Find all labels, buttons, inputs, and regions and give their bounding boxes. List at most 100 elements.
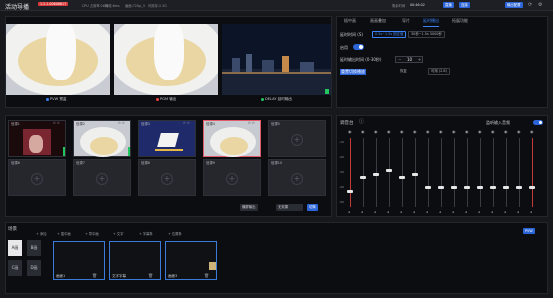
tab-extend[interactable]: 拓展功能 — [452, 18, 468, 24]
expand-icon[interactable] — [325, 89, 329, 94]
speaker-icon[interactable]: ◂ — [439, 209, 441, 215]
source-tile-10[interactable]: 信源10 + — [268, 159, 326, 196]
speaker-icon[interactable]: ◂ — [491, 209, 493, 215]
speaker-icon[interactable]: ◂ — [478, 209, 480, 215]
fader-knob[interactable] — [438, 186, 444, 190]
source-icons[interactable]: ⊙ ⊙ — [183, 121, 190, 125]
headphone-icon[interactable]: ◉ — [491, 129, 495, 135]
speaker-icon[interactable]: ◂ — [426, 209, 428, 215]
speaker-icon[interactable]: ◂ — [361, 209, 363, 215]
delete-icon[interactable]: 🗑 — [148, 273, 153, 279]
layout-a[interactable]: A画 — [8, 240, 22, 256]
fader-knob[interactable] — [386, 169, 392, 173]
speaker-icon[interactable]: ◂ — [465, 209, 467, 215]
fader-knob[interactable] — [360, 175, 366, 179]
source-tile-7[interactable]: 信源7 + — [73, 159, 131, 196]
speaker-icon[interactable]: ◂ — [530, 209, 532, 215]
speaker-icon[interactable]: ◂ — [413, 209, 415, 215]
source-icons[interactable]: ⊙ ⊙ — [118, 121, 125, 125]
source-tile-8[interactable]: 信源8 + — [138, 159, 196, 196]
headphone-icon[interactable]: ◉ — [348, 129, 352, 135]
headphone-icon[interactable]: ◉ — [530, 129, 534, 135]
headphone-icon[interactable]: ◉ — [387, 129, 391, 135]
delay-option-range[interactable]: 30秒~1.5s 3000秒 — [408, 31, 445, 38]
speaker-icon[interactable]: ◂ — [504, 209, 506, 215]
reset-switch-label[interactable]: 重置切换播放 — [340, 69, 366, 75]
scene-card-2[interactable]: 文字字幕 🗑 — [109, 241, 161, 280]
speaker-icon[interactable]: ◂ — [374, 209, 376, 215]
connect-button[interactable]: 连接 — [459, 2, 470, 8]
tab-delay[interactable]: 延时播出 — [423, 18, 439, 24]
source-icons[interactable]: ⊙ ⊙ — [53, 121, 60, 125]
landscape-output-button[interactable]: 横屏输出 — [240, 204, 258, 211]
source-tile-5[interactable]: 信源5 + — [268, 120, 326, 157]
headphone-icon[interactable]: ◉ — [374, 129, 378, 135]
source-tile-4[interactable]: 信源4 ⊙ ⊙ — [203, 120, 261, 157]
fader-knob[interactable] — [347, 189, 353, 193]
add-source-icon[interactable]: + — [96, 172, 108, 185]
monitor-audio-toggle[interactable] — [533, 120, 543, 125]
scene-card-1[interactable]: 画面1 🗑 — [53, 241, 105, 280]
headphone-icon[interactable]: ◉ — [361, 129, 365, 135]
pvw-button[interactable]: PVW — [523, 228, 535, 234]
add-source-icon[interactable]: + — [226, 172, 238, 185]
text-button[interactable]: + 文字 — [113, 231, 123, 237]
add-source-icon[interactable]: + — [161, 172, 173, 185]
speaker-icon[interactable]: ◂ — [452, 209, 454, 215]
add-source-icon[interactable]: + — [291, 172, 303, 185]
fader-knob[interactable] — [412, 172, 418, 176]
headphone-icon[interactable]: ◉ — [439, 129, 443, 135]
fader-knob[interactable] — [503, 186, 509, 190]
pgm-video[interactable] — [114, 24, 218, 95]
decrement-button[interactable]: − — [398, 57, 401, 62]
layout-c[interactable]: C画 — [8, 260, 22, 276]
layout-b[interactable]: B画 — [27, 240, 41, 256]
scene-card-3[interactable]: 画面3 🗑 — [165, 241, 217, 280]
delay-stepper[interactable]: − 10 + — [395, 56, 423, 63]
delay-video[interactable] — [222, 24, 331, 95]
fader-knob[interactable] — [373, 172, 379, 176]
settings-icon[interactable]: ⚙ — [538, 2, 542, 8]
speaker-icon[interactable]: ◂ — [348, 209, 350, 215]
output-config-button[interactable]: 输出配置 — [505, 2, 523, 8]
headphone-icon[interactable]: ◉ — [413, 129, 417, 135]
transition-select[interactable]: 无效果 — [276, 204, 303, 211]
fader-knob[interactable] — [451, 186, 457, 190]
fader-knob[interactable] — [490, 186, 496, 190]
fader-knob[interactable] — [477, 186, 483, 190]
headphone-icon[interactable]: ◉ — [400, 129, 404, 135]
delete-icon[interactable]: 🗑 — [204, 273, 209, 279]
source-tile-2[interactable]: 信源2 ⊙ ⊙ — [73, 120, 131, 157]
speaker-icon[interactable]: ◂ — [387, 209, 389, 215]
speaker-icon[interactable]: ◂ — [517, 209, 519, 215]
live-button[interactable]: 直播 — [443, 2, 454, 8]
headphone-icon[interactable]: ◉ — [504, 129, 508, 135]
headphone-icon[interactable]: ◉ — [465, 129, 469, 135]
speaker-icon[interactable]: ◂ — [400, 209, 402, 215]
fader-knob[interactable] — [516, 186, 522, 190]
pvw-video[interactable] — [6, 24, 110, 95]
add-source-icon[interactable]: + — [291, 133, 303, 146]
fader-knob[interactable] — [399, 175, 405, 179]
headphone-icon[interactable]: ◉ — [478, 129, 482, 135]
delay-option-fixed[interactable]: 0.5s~1.5s 固定值 — [372, 31, 407, 38]
insert-button[interactable]: + 插中画 — [57, 231, 71, 237]
layout-d[interactable]: D画 — [27, 260, 41, 276]
source-icons[interactable]: ⊙ ⊙ — [248, 121, 255, 125]
delay-value[interactable]: 10 — [407, 57, 412, 62]
tab-insert[interactable]: 插中画 — [344, 18, 356, 24]
restore-button[interactable]: 恢复 — [398, 68, 409, 74]
add-source-icon[interactable]: + — [31, 172, 43, 185]
fader-knob[interactable] — [425, 186, 431, 190]
source-tile-9[interactable]: 信源9 + — [203, 159, 261, 196]
guide-button[interactable]: + 导中画 — [85, 231, 99, 237]
source-tile-3[interactable]: 信源3 ⊙ ⊙ — [138, 120, 196, 157]
tab-clip[interactable]: 导片 — [402, 18, 410, 24]
increment-button[interactable]: + — [418, 57, 421, 62]
tab-overlay[interactable]: 画画叠加 — [370, 18, 386, 24]
delete-icon[interactable]: 🗑 — [92, 273, 97, 279]
add-button[interactable]: + 添加 — [36, 231, 46, 237]
position-button[interactable]: + 位置条 — [168, 231, 182, 237]
cut-button[interactable]: 切换 — [307, 204, 318, 211]
source-tile-6[interactable]: 信源6 + — [8, 159, 66, 196]
